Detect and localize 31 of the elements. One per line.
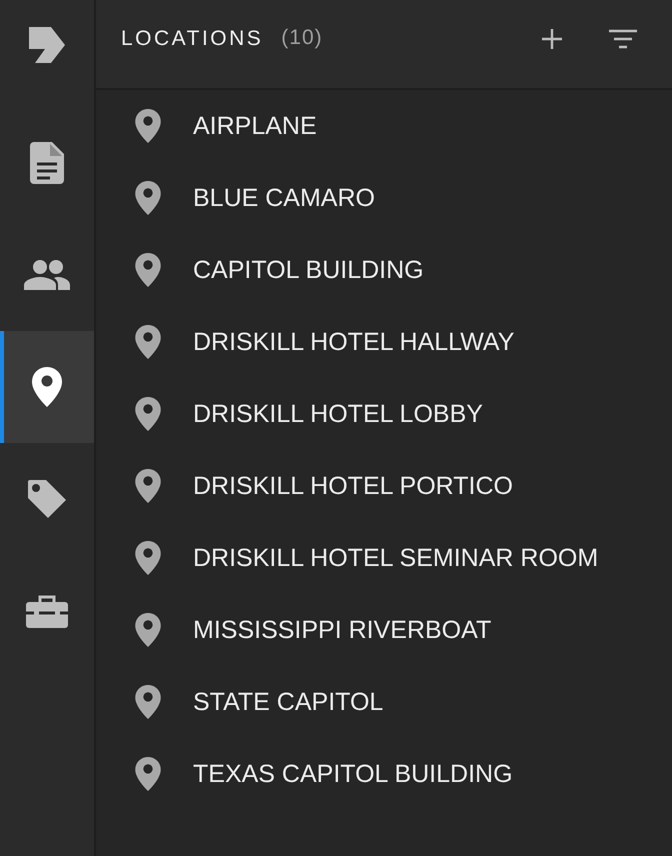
location-item[interactable]: DRISKILL HOTEL PORTICO bbox=[96, 450, 672, 522]
location-item[interactable]: BLUE CAMARO bbox=[96, 162, 672, 234]
location-item[interactable]: DRISKILL HOTEL SEMINAR ROOM bbox=[96, 522, 672, 594]
pin-icon bbox=[135, 181, 161, 215]
item-count: (10) bbox=[281, 26, 323, 50]
filter-icon[interactable] bbox=[608, 28, 638, 50]
location-item[interactable]: AIRPLANE bbox=[96, 90, 672, 162]
people-icon bbox=[24, 260, 70, 290]
pin-icon bbox=[135, 469, 161, 503]
pin-icon bbox=[135, 757, 161, 791]
location-item[interactable]: STATE CAPITOL bbox=[96, 666, 672, 738]
pin-icon bbox=[135, 253, 161, 287]
section-title: LOCATIONS bbox=[121, 27, 264, 51]
location-item[interactable]: DRISKILL HOTEL HALLWAY bbox=[96, 306, 672, 378]
nav-tab[interactable] bbox=[0, 331, 94, 443]
location-item[interactable]: CAPITOL BUILDING bbox=[96, 234, 672, 306]
pin-icon bbox=[135, 397, 161, 431]
pin-icon bbox=[135, 109, 161, 143]
location-item[interactable]: DRISKILL HOTEL LOBBY bbox=[96, 378, 672, 450]
pin-icon bbox=[135, 325, 161, 359]
location-item[interactable]: MISSISSIPPI RIVERBOAT bbox=[96, 594, 672, 666]
pin-icon bbox=[135, 685, 161, 719]
logo-icon[interactable] bbox=[27, 24, 67, 64]
toolbox-icon bbox=[26, 594, 68, 628]
location-item[interactable]: TEXAS CAPITOL BUILDING bbox=[96, 738, 672, 810]
pin-icon bbox=[135, 541, 161, 575]
tag-icon bbox=[26, 478, 68, 520]
add-icon[interactable] bbox=[540, 27, 564, 51]
pin-icon bbox=[32, 367, 62, 407]
document-icon bbox=[30, 142, 64, 184]
pin-icon bbox=[135, 613, 161, 647]
